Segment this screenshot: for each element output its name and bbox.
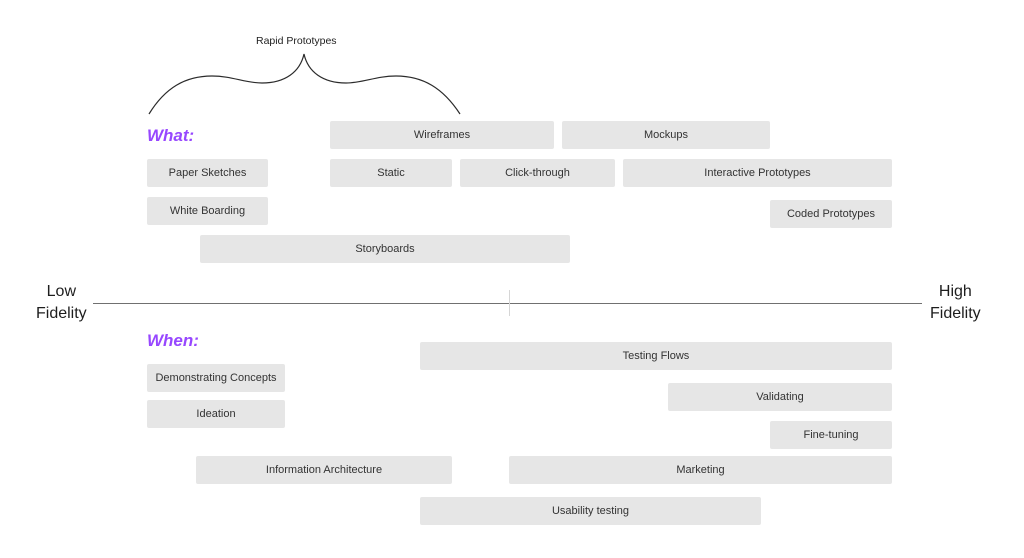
what-item-storyboards: Storyboards (200, 235, 570, 263)
when-item-testing-flows: Testing Flows (420, 342, 892, 370)
when-item-usability-testing: Usability testing (420, 497, 761, 525)
when-item-information-architecture: Information Architecture (196, 456, 452, 484)
what-item-coded-prototypes: Coded Prototypes (770, 200, 892, 228)
when-item-marketing: Marketing (509, 456, 892, 484)
high-label-line1: High (938, 283, 972, 300)
when-section-label: When: (147, 331, 199, 350)
high-label-line2: Fidelity (930, 305, 981, 322)
what-item-static: Static (330, 159, 452, 187)
high-fidelity-label: High Fidelity (930, 281, 981, 325)
when-item-fine-tuning: Fine-tuning (770, 421, 892, 449)
low-label-line2: Fidelity (36, 305, 87, 322)
what-item-click-through: Click-through (460, 159, 615, 187)
when-item-validating: Validating (668, 383, 892, 411)
low-label-line1: Low (46, 283, 77, 300)
when-item-ideation: Ideation (147, 400, 285, 428)
what-item-paper-sketches: Paper Sketches (147, 159, 268, 187)
what-item-white-boarding: White Boarding (147, 197, 268, 225)
what-section-label: What: (147, 126, 195, 145)
low-fidelity-label: Low Fidelity (36, 281, 87, 325)
when-item-demonstrating-concepts: Demonstrating Concepts (147, 364, 285, 392)
what-item-wireframes: Wireframes (330, 121, 554, 149)
fidelity-axis-line (93, 303, 922, 304)
axis-midpoint-tick (509, 290, 510, 316)
what-item-mockups: Mockups (562, 121, 770, 149)
what-item-interactive-prototypes: Interactive Prototypes (623, 159, 892, 187)
